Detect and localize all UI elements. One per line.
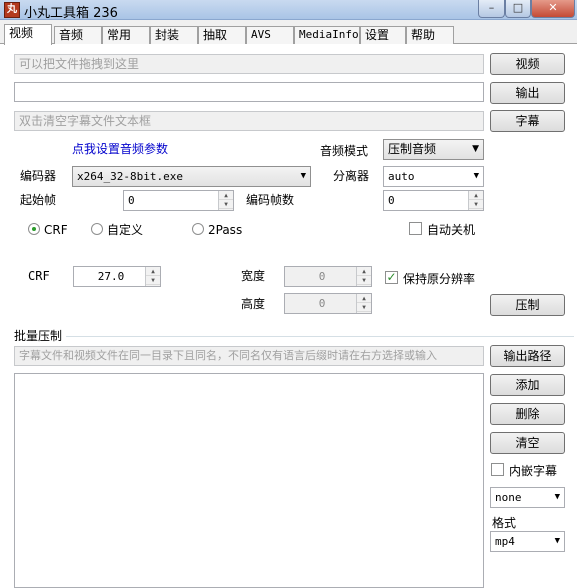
encode-frames-label: 编码帧数 [246, 193, 295, 207]
demuxer-value: auto [388, 170, 415, 183]
window-title: 小丸工具箱 236 [24, 6, 118, 21]
audio-mode-label: 音频模式 [320, 144, 369, 158]
encode-frames-spinner[interactable]: ▲ ▼ [468, 191, 483, 210]
audio-mode-select[interactable]: 压制音频 ▼ [383, 139, 484, 160]
tab-avs[interactable]: AVS [246, 26, 294, 44]
chevron-down-icon: ▼ [473, 171, 479, 181]
mode-2pass-radio[interactable] [192, 223, 204, 235]
format-label: 格式 [492, 516, 517, 530]
auto-shutdown-label[interactable]: 自动关机 [427, 222, 475, 238]
keep-resolution-label[interactable]: 保持原分辨率 [403, 271, 475, 287]
width-label: 宽度 [241, 269, 266, 283]
subtitle-button[interactable]: 字幕 [490, 110, 565, 132]
chevron-down-icon: ▼ [472, 144, 479, 154]
tab-mediainfo[interactable]: MediaInfo [294, 26, 360, 44]
demuxer-label: 分离器 [333, 169, 370, 183]
mode-custom-label[interactable]: 自定义 [107, 222, 143, 238]
spin-down-icon[interactable]: ▼ [357, 276, 371, 285]
spin-up-icon[interactable]: ▲ [469, 191, 483, 200]
keep-resolution-checkbox[interactable]: ✓ [385, 271, 398, 284]
batch-file-list[interactable] [14, 373, 484, 588]
audio-mode-value: 压制音频 [388, 142, 437, 156]
maximize-button[interactable]: □ [505, 0, 531, 18]
subtitle-file-input[interactable]: 双击清空字幕文件文本框 [14, 111, 484, 131]
encoder-value: x264_32-8bit.exe [77, 170, 183, 183]
chevron-down-icon: ▼ [554, 492, 560, 502]
batch-add-button[interactable]: 添加 [490, 374, 565, 396]
format-value: mp4 [495, 535, 515, 548]
spin-down-icon[interactable]: ▼ [469, 200, 483, 209]
demuxer-select[interactable]: auto ▼ [383, 166, 484, 187]
start-frame-input[interactable]: 0 ▲ ▼ [123, 190, 234, 211]
height-value: 0 [318, 297, 326, 310]
crf-input[interactable]: 27.0 ▲ ▼ [73, 266, 161, 287]
height-label: 高度 [241, 297, 266, 311]
subtitle-lang-select[interactable]: none ▼ [490, 487, 565, 508]
tab-common[interactable]: 常用 [102, 26, 150, 44]
spin-down-icon[interactable]: ▼ [357, 303, 371, 312]
app-icon: 丸 [4, 2, 20, 18]
encode-frames-value: 0 [388, 194, 395, 207]
batch-clear-button[interactable]: 清空 [490, 432, 565, 454]
spin-down-icon[interactable]: ▼ [146, 276, 160, 285]
start-frame-value: 0 [128, 194, 135, 207]
tab-video[interactable]: 视频 [4, 24, 52, 45]
mode-crf-radio[interactable] [28, 223, 40, 235]
width-input[interactable]: 0 ▲ ▼ [284, 266, 372, 287]
width-value: 0 [318, 270, 326, 283]
crf-spinner[interactable]: ▲ ▼ [145, 267, 160, 286]
crf-value: 27.0 [97, 270, 125, 283]
mode-2pass-label[interactable]: 2Pass [208, 222, 242, 238]
batch-group-divider [66, 336, 574, 337]
encode-button[interactable]: 压制 [490, 294, 565, 316]
spin-up-icon[interactable]: ▲ [219, 191, 233, 200]
format-select[interactable]: mp4 ▼ [490, 531, 565, 552]
tab-settings[interactable]: 设置 [360, 26, 406, 44]
video-file-input[interactable]: 可以把文件拖拽到这里 [14, 54, 484, 74]
auto-shutdown-checkbox[interactable] [409, 222, 422, 235]
mode-custom-radio[interactable] [91, 223, 103, 235]
start-frame-label: 起始帧 [20, 193, 57, 207]
chevron-down-icon: ▼ [300, 171, 306, 181]
spin-up-icon[interactable]: ▲ [357, 294, 371, 303]
encoder-label: 编码器 [20, 169, 57, 183]
embed-subtitle-label[interactable]: 内嵌字幕 [509, 463, 557, 479]
embed-subtitle-checkbox[interactable] [491, 463, 504, 476]
height-input[interactable]: 0 ▲ ▼ [284, 293, 372, 314]
video-button[interactable]: 视频 [490, 53, 565, 75]
batch-delete-button[interactable]: 删除 [490, 403, 565, 425]
tab-help[interactable]: 帮助 [406, 26, 454, 44]
tab-extract[interactable]: 抽取 [198, 26, 246, 44]
spin-down-icon[interactable]: ▼ [219, 200, 233, 209]
chevron-down-icon: ▼ [554, 536, 560, 546]
output-file-input[interactable] [14, 82, 484, 102]
output-button[interactable]: 输出 [490, 82, 565, 104]
audio-params-link[interactable]: 点我设置音频参数 [72, 141, 168, 157]
crf-label: CRF [28, 269, 50, 283]
close-button[interactable]: ✕ [531, 0, 575, 18]
mode-crf-label[interactable]: CRF [44, 222, 68, 238]
batch-group-title: 批量压制 [14, 329, 63, 343]
width-spinner[interactable]: ▲ ▼ [356, 267, 371, 286]
spin-up-icon[interactable]: ▲ [146, 267, 160, 276]
subtitle-lang-value: none [495, 491, 522, 504]
tab-mux[interactable]: 封装 [150, 26, 198, 44]
encoder-select[interactable]: x264_32-8bit.exe ▼ [72, 166, 311, 187]
height-spinner[interactable]: ▲ ▼ [356, 294, 371, 313]
batch-hint-input[interactable]: 字幕文件和视频文件在同一目录下且同名，不同名仅有语言后缀时请在右方选择或输入 [14, 346, 484, 366]
minimize-button[interactable]: – [478, 0, 505, 18]
tab-audio[interactable]: 音频 [54, 26, 102, 44]
batch-output-path-button[interactable]: 输出路径 [490, 345, 565, 367]
encode-frames-input[interactable]: 0 ▲ ▼ [383, 190, 484, 211]
spin-up-icon[interactable]: ▲ [357, 267, 371, 276]
start-frame-spinner[interactable]: ▲ ▼ [218, 191, 233, 210]
